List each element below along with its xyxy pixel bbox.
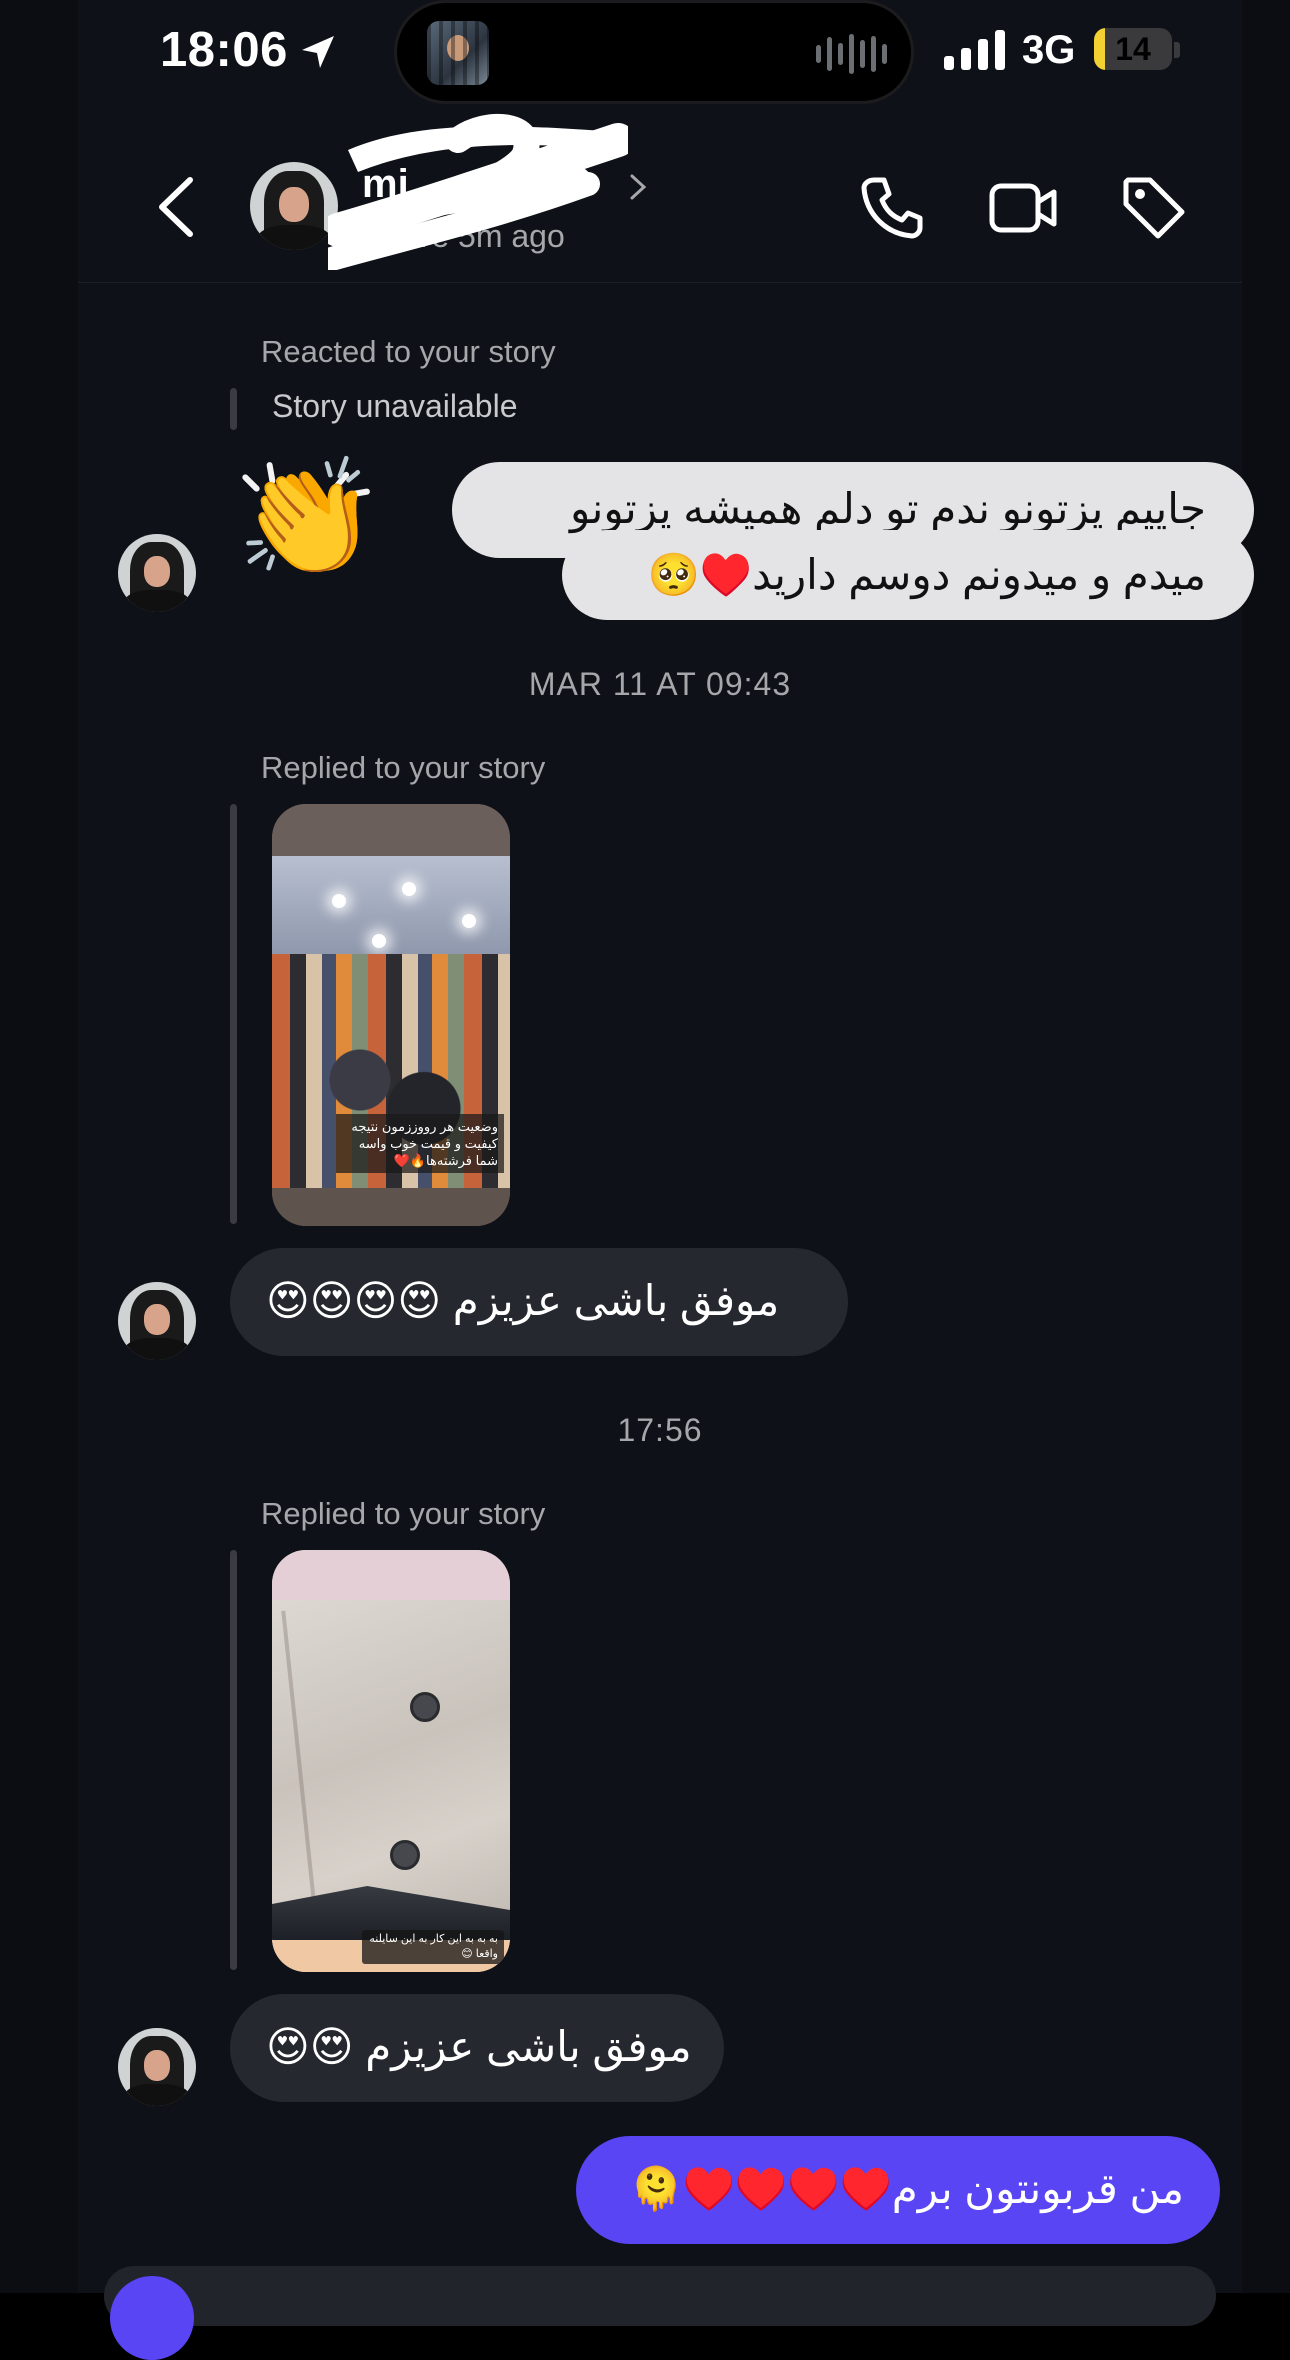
camera-button[interactable] (110, 2276, 194, 2360)
quote-bar (230, 1550, 237, 1970)
back-chevron-icon[interactable] (150, 176, 200, 238)
audio-waveform-icon (816, 31, 887, 77)
message-text-line-1: جاییم پزتونو ندم تو دلم همیشه پزتونو (569, 485, 1206, 532)
story-reaction-context: Reacted to your story (261, 334, 556, 369)
timestamp: MAR 11 AT 09:43 (528, 666, 792, 702)
message-bubble-continuation[interactable]: میدم و میدونم دوسم دارید♥️🥺 (562, 530, 1254, 620)
phone-icon[interactable] (856, 172, 928, 244)
left-bezel (0, 0, 78, 2293)
location-arrow-icon (302, 36, 334, 68)
clap-emoji[interactable]: 👏 (236, 462, 378, 576)
now-playing-thumbnail (427, 21, 489, 85)
message-text: موفق باشی عزیزم 😍😍😍😍 (266, 1277, 780, 1324)
story-unavailable-label: Story unavailable (272, 388, 518, 424)
message-text-line-2: میدم و میدونم دوسم دارید♥️🥺 (647, 551, 1206, 598)
message-bubble[interactable]: موفق باشی عزیزم 😍😍😍😍 (230, 1248, 848, 1356)
quote-bar (230, 804, 237, 1224)
message-text: موفق باشی عزیزم 😍😍 (266, 2023, 692, 2070)
quote-bar (230, 388, 237, 430)
status-time: 18:06 (160, 23, 288, 77)
story-preview[interactable]: وضعیت هر رووززمون نتیجه کیفیت و قیمت خوب… (272, 804, 510, 1226)
avatar[interactable] (118, 2028, 196, 2106)
battery-level: 14 (1115, 31, 1151, 67)
right-bezel (1242, 0, 1290, 2293)
dynamic-island[interactable] (394, 0, 914, 104)
story-caption: وضعیت هر رووززمون نتیجه کیفیت و قیمت خوب… (336, 1114, 504, 1173)
outgoing-message-text: من قربونتون برم♥️♥️♥️♥️🫠 (630, 2165, 1184, 2212)
chat-screen (78, 0, 1242, 2293)
battery-icon: 14 (1094, 28, 1172, 70)
outgoing-message-bubble[interactable]: من قربونتون برم♥️♥️♥️♥️🫠 (576, 2136, 1220, 2244)
avatar[interactable] (118, 1282, 196, 1360)
signal-icon (944, 30, 1005, 70)
redaction-scribble (328, 113, 628, 270)
chevron-right-icon[interactable] (626, 172, 650, 202)
battery-nub (1174, 42, 1180, 58)
story-reply-context: Replied to your story (261, 750, 546, 785)
avatar[interactable] (118, 534, 196, 612)
tag-icon[interactable] (1118, 172, 1190, 244)
timestamp: 17:56 (617, 1412, 703, 1448)
story-reply-context: Replied to your story (261, 1496, 546, 1531)
story-preview[interactable]: به به به این کار به این سایلنه واقعا 😊 (272, 1550, 510, 1972)
story-caption: به به به این کار به این سایلنه واقعا 😊 (362, 1930, 504, 1964)
header-divider (78, 282, 1242, 283)
video-camera-icon[interactable] (988, 172, 1060, 244)
network-type: 3G (1022, 28, 1076, 72)
contact-avatar[interactable] (250, 162, 338, 250)
message-bubble[interactable]: موفق باشی عزیزم 😍😍 (230, 1994, 724, 2102)
message-composer[interactable] (104, 2266, 1216, 2326)
